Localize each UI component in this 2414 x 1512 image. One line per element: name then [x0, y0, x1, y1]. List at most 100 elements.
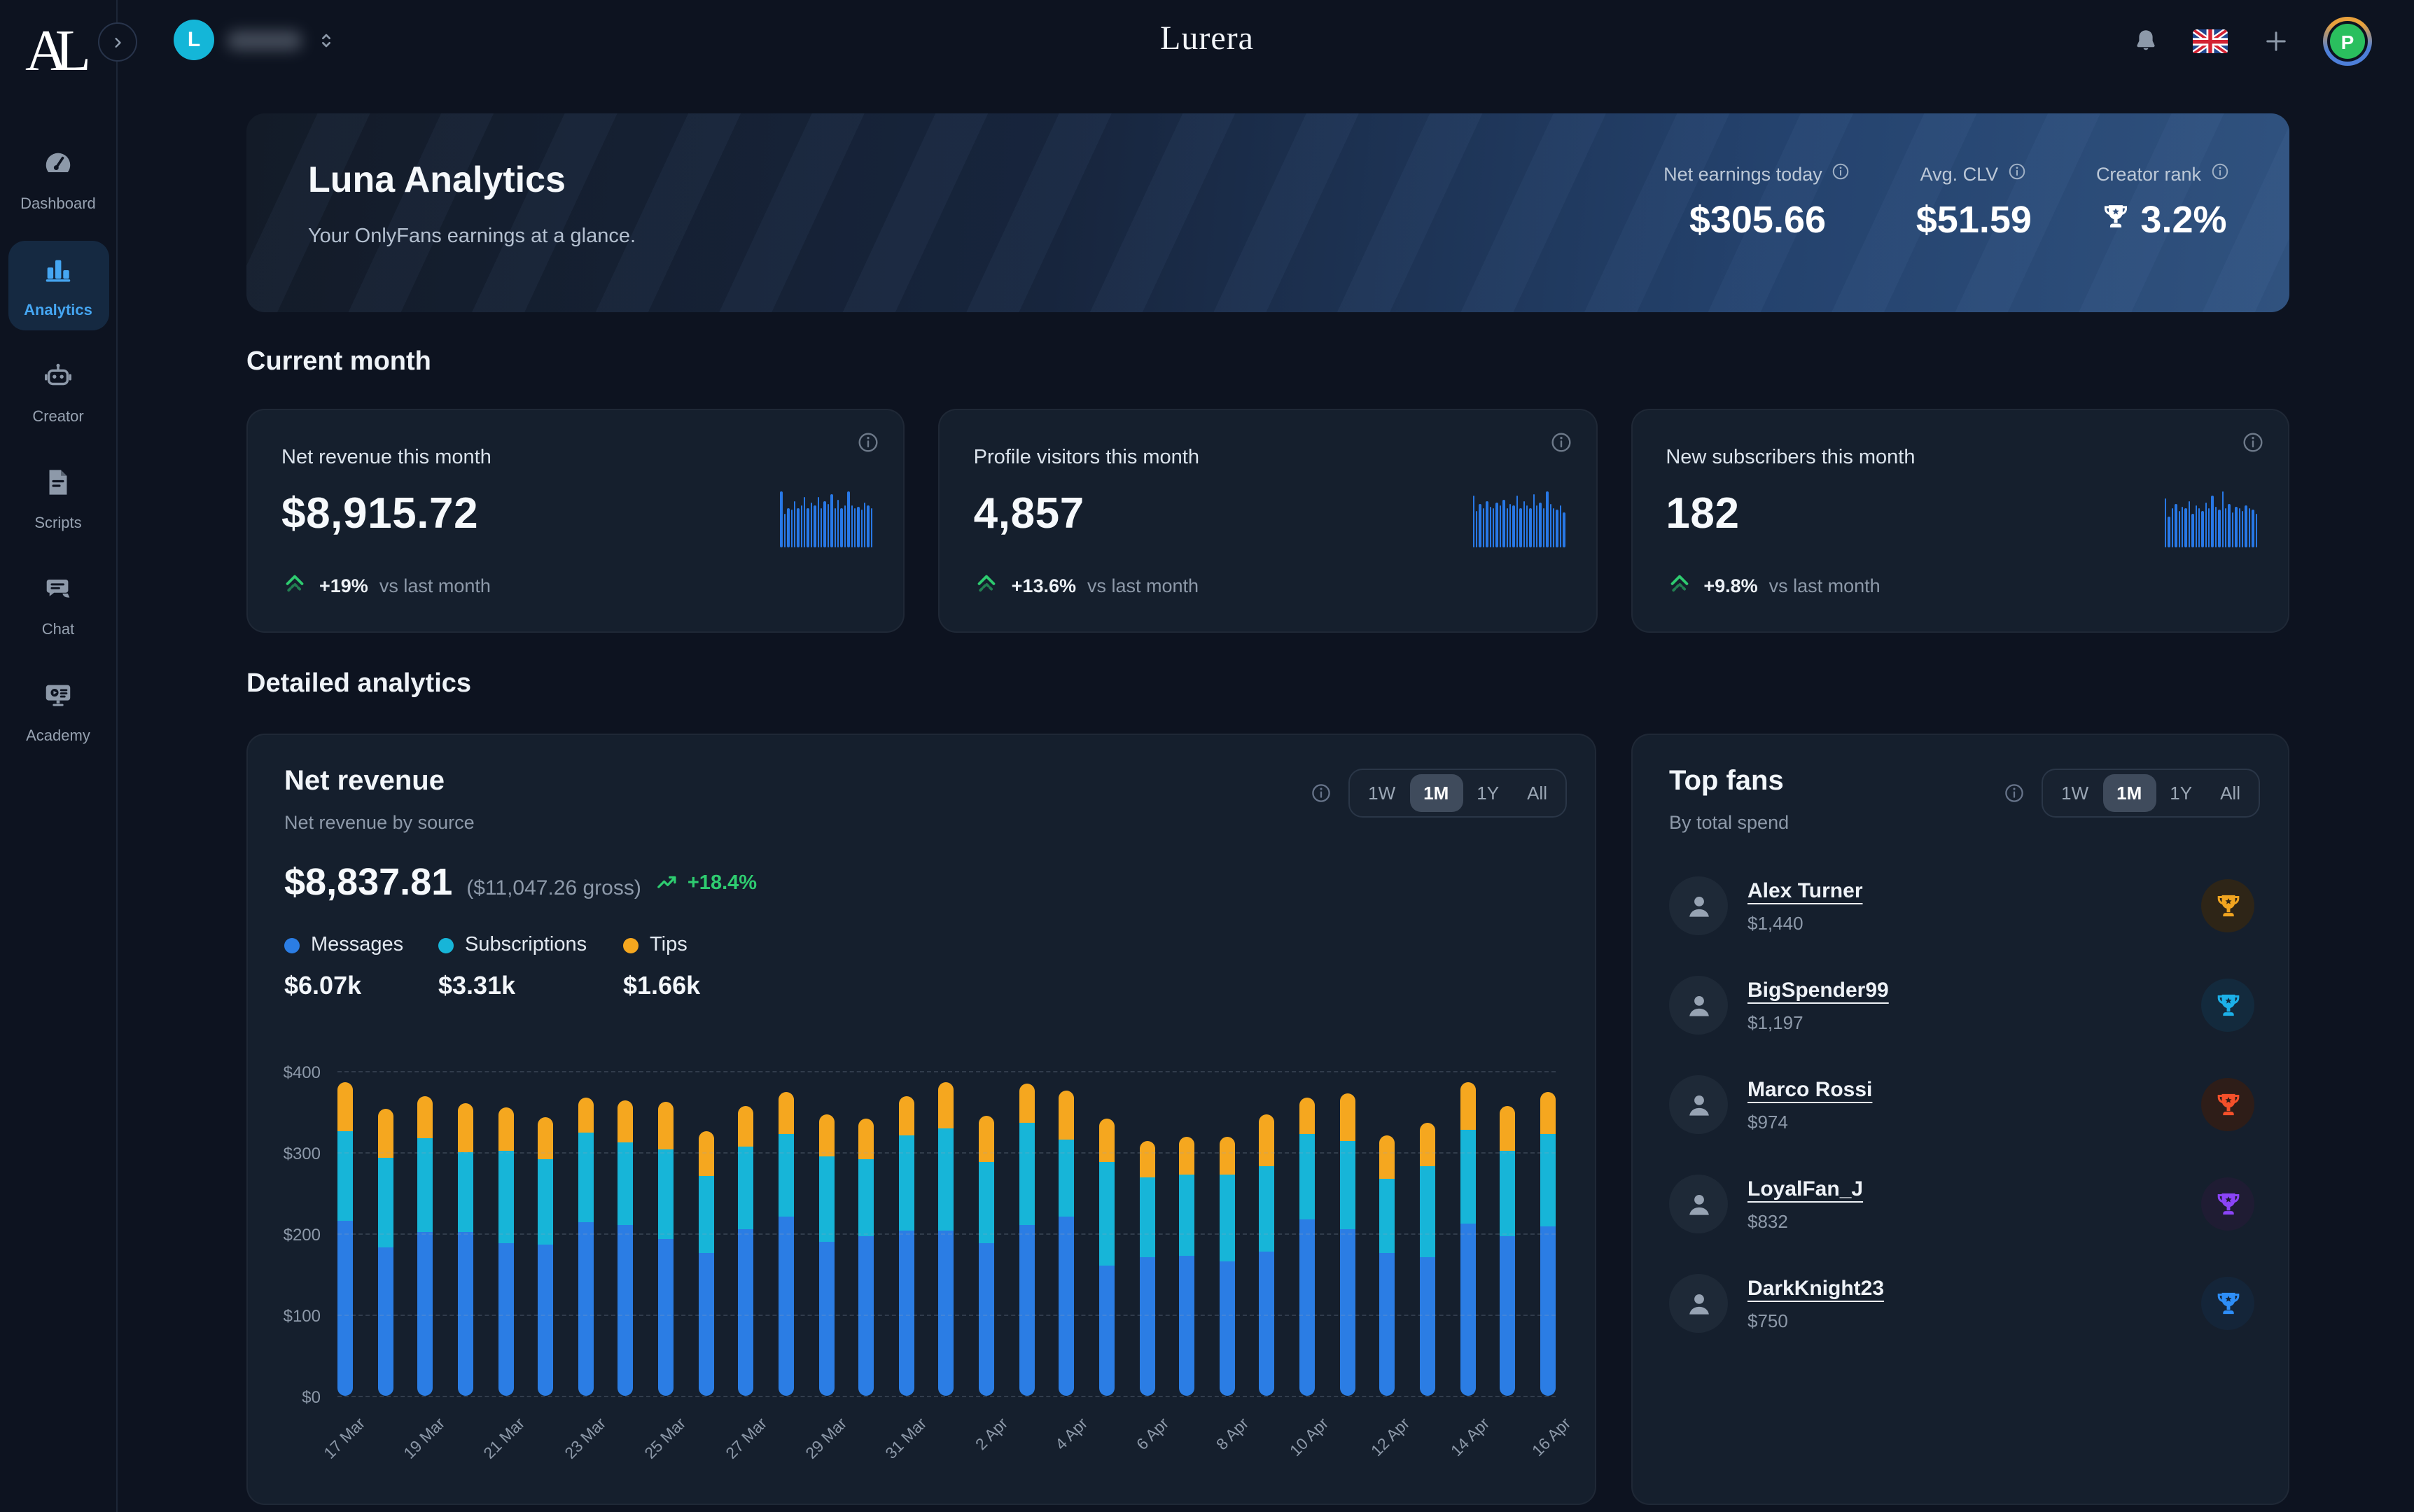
- chart-bar[interactable]: [337, 1082, 353, 1396]
- chart-bar[interactable]: [698, 1131, 713, 1396]
- chart-bar-segment-messages: [1059, 1217, 1075, 1396]
- chart-bar[interactable]: [1139, 1141, 1154, 1396]
- sparkline-bar: [1483, 508, 1485, 547]
- banner-stat-value-text: 3.2%: [2140, 199, 2226, 242]
- net-revenue-total-row: $8,837.81 ($11,047.26 gross) +18.4%: [284, 861, 757, 904]
- chart-bar[interactable]: [1500, 1106, 1515, 1396]
- sparkline: [2165, 486, 2257, 547]
- net-revenue-range-1w[interactable]: 1W: [1354, 774, 1409, 812]
- net-revenue-range-all[interactable]: All: [1513, 774, 1561, 812]
- chart-bar-segment-subscriptions: [618, 1142, 634, 1225]
- chart-bar[interactable]: [818, 1114, 834, 1396]
- chart-y-tick-label: $0: [259, 1387, 321, 1407]
- fan-name-link[interactable]: Marco Rossi: [1747, 1077, 1872, 1101]
- legend-dot: [284, 937, 300, 953]
- notifications-button[interactable]: [2130, 26, 2161, 57]
- fan-avatar: [1669, 1075, 1728, 1134]
- chart-bar[interactable]: [1380, 1135, 1395, 1396]
- chart-bar-segment-subscriptions: [1420, 1166, 1435, 1257]
- chart-bar[interactable]: [658, 1102, 674, 1396]
- chart-bar[interactable]: [1260, 1114, 1275, 1396]
- chart-bar[interactable]: [939, 1082, 954, 1396]
- sidebar-item-academy[interactable]: Academy: [8, 666, 109, 756]
- sidebar-item-chat[interactable]: Chat: [8, 560, 109, 650]
- chart-bar[interactable]: [578, 1098, 594, 1396]
- chart-bar-segment-messages: [658, 1239, 674, 1396]
- sparkline-bar: [2175, 504, 2177, 547]
- chart-bar[interactable]: [1220, 1137, 1235, 1396]
- fan-name-link[interactable]: Alex Turner: [1747, 878, 1863, 902]
- sparkline-bar: [2202, 511, 2204, 547]
- sidebar-nav: Dashboard Analytics Creator Scripts Chat Acad…: [8, 134, 109, 756]
- monitor-icon: [42, 679, 74, 718]
- chart-bar[interactable]: [1540, 1092, 1556, 1396]
- stat-card-change-note: vs last month: [1087, 575, 1199, 596]
- net-revenue-range-1m[interactable]: 1M: [1409, 774, 1463, 812]
- info-icon[interactable]: [1831, 161, 1852, 186]
- net-revenue-range-1y[interactable]: 1Y: [1463, 774, 1513, 812]
- chart-bar[interactable]: [618, 1100, 634, 1396]
- uk-flag-icon: [2193, 29, 2228, 53]
- profile-button[interactable]: P: [2323, 17, 2372, 66]
- chart-bar[interactable]: [1299, 1098, 1315, 1396]
- sparkline-bar: [2238, 508, 2240, 547]
- fan-name-link[interactable]: LoyalFan_J: [1747, 1177, 1863, 1200]
- top-fans-range-all[interactable]: All: [2206, 774, 2254, 812]
- chart-bar[interactable]: [1420, 1123, 1435, 1396]
- chart-bar[interactable]: [1059, 1091, 1075, 1396]
- chart-bar[interactable]: [899, 1096, 914, 1396]
- info-icon[interactable]: [2002, 781, 2026, 805]
- sparkline-bar: [804, 497, 806, 547]
- chart-bar-segment-messages: [1420, 1257, 1435, 1396]
- trophy-icon: [2100, 199, 2130, 242]
- chart-bar[interactable]: [1099, 1119, 1115, 1396]
- chart-y-tick-label: $300: [259, 1144, 321, 1163]
- chart-bar-segment-tips: [1380, 1135, 1395, 1179]
- info-icon[interactable]: [2210, 161, 2231, 186]
- stat-card-change: +19%vs last month: [281, 570, 491, 601]
- chart-bar-segment-subscriptions: [538, 1159, 553, 1245]
- info-icon[interactable]: [1309, 781, 1333, 805]
- sidebar-item-label: Analytics: [24, 302, 92, 319]
- sparkline-bar: [837, 500, 839, 547]
- chart-bar[interactable]: [538, 1117, 553, 1396]
- chart-bar[interactable]: [739, 1106, 754, 1396]
- fan-name-link[interactable]: DarkKnight23: [1747, 1276, 1884, 1300]
- chart-x-tick-label: 25 Mar: [642, 1415, 690, 1463]
- sidebar-item-analytics[interactable]: Analytics: [8, 241, 109, 330]
- info-icon[interactable]: [2007, 161, 2028, 186]
- sidebar-item-dashboard[interactable]: Dashboard: [8, 134, 109, 224]
- chart-bar[interactable]: [858, 1119, 874, 1396]
- fan-amount: $1,197: [1747, 1011, 1889, 1032]
- chart-bar[interactable]: [1179, 1137, 1194, 1396]
- sidebar-item-creator[interactable]: Creator: [8, 347, 109, 437]
- top-fans-range-1y[interactable]: 1Y: [2156, 774, 2206, 812]
- chart-bar[interactable]: [458, 1103, 473, 1396]
- info-icon[interactable]: [2240, 430, 2266, 462]
- add-button[interactable]: [2260, 26, 2291, 57]
- chart-bar[interactable]: [418, 1096, 433, 1396]
- chart-gridline: $400: [337, 1071, 1556, 1072]
- top-fans-range-1m[interactable]: 1M: [2102, 774, 2156, 812]
- sparkline-bar: [2228, 504, 2231, 547]
- sparkline-bar: [1489, 507, 1491, 547]
- banner-stat-value: $305.66: [1689, 199, 1826, 242]
- sidebar-item-scripts[interactable]: Scripts: [8, 454, 109, 543]
- chart-bar[interactable]: [979, 1116, 994, 1396]
- chart-bar-segment-tips: [1019, 1084, 1034, 1123]
- stat-card-value: 4,857: [974, 489, 1084, 539]
- plus-icon: [2261, 27, 2290, 56]
- chart-bar-segment-subscriptions: [1099, 1162, 1115, 1266]
- fan-name-link[interactable]: BigSpender99: [1747, 978, 1889, 1002]
- chart-bar[interactable]: [1019, 1084, 1034, 1396]
- info-icon[interactable]: [856, 430, 881, 462]
- chart-bar-segment-subscriptions: [1220, 1175, 1235, 1261]
- chart-bar[interactable]: [498, 1107, 513, 1396]
- chart-bar[interactable]: [779, 1092, 794, 1396]
- sidebar-collapse-button[interactable]: [98, 22, 137, 62]
- chart-bar[interactable]: [1339, 1093, 1355, 1396]
- language-button[interactable]: [2193, 29, 2228, 54]
- top-fans-range-1w[interactable]: 1W: [2047, 774, 2102, 812]
- info-icon[interactable]: [1548, 430, 1573, 462]
- chart-bar[interactable]: [1460, 1082, 1475, 1396]
